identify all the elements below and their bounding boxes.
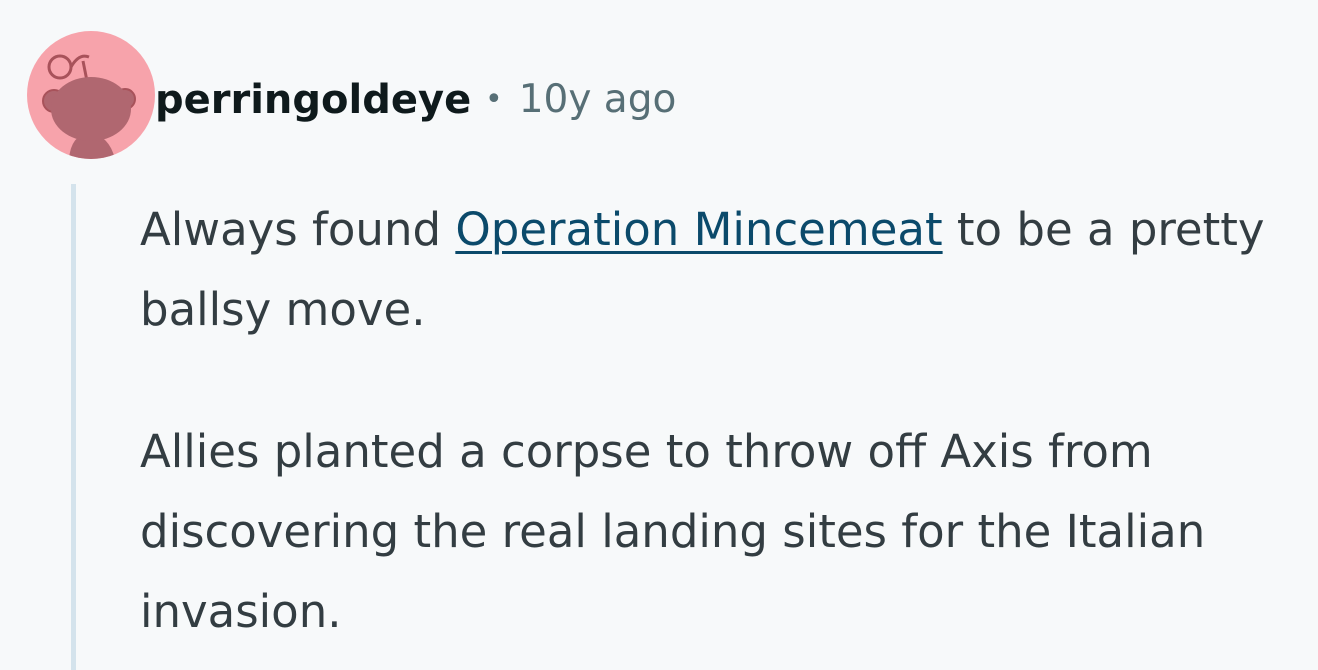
comment-paragraph: Allies planted a corpse to throw off Axi… [140, 425, 1206, 638]
comment-paragraph: Always found Operation Mincemeat to be a… [140, 190, 1310, 350]
avatar[interactable] [27, 31, 155, 159]
comment: perringoldeye • 10y ago Always found Oper… [0, 0, 1318, 670]
thread-collapse-line[interactable] [71, 184, 76, 670]
comment-body: Always found Operation Mincemeat to be a… [140, 190, 1310, 652]
comment-timestamp[interactable]: 10y ago [519, 77, 677, 122]
operation-mincemeat-link[interactable]: Operation Mincemeat [455, 203, 942, 256]
paragraph-text-before-link: Always found [140, 203, 456, 256]
meta-separator: • [485, 82, 503, 117]
author-username[interactable]: perringoldeye [155, 74, 471, 126]
comment-meta: • 10y ago [485, 74, 676, 133]
snoo-avatar-icon [42, 54, 136, 159]
